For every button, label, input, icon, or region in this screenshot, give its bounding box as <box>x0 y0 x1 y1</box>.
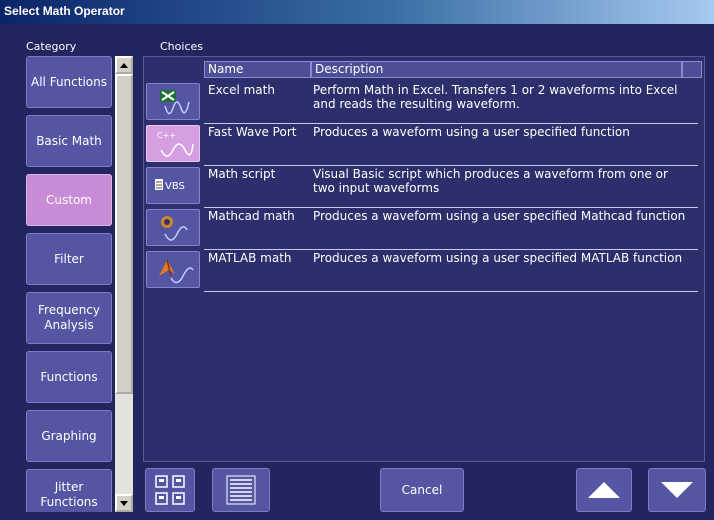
page-up-button[interactable] <box>576 468 632 512</box>
arrow-up-icon <box>588 482 620 498</box>
scroll-up-button[interactable] <box>115 56 133 74</box>
category-label: All Functions <box>31 74 107 89</box>
category-label: Graphing <box>41 428 97 443</box>
row-name[interactable]: MATLAB math <box>208 251 292 265</box>
row-name[interactable]: Excel math <box>208 83 275 97</box>
excel-waveform-icon[interactable] <box>146 83 200 120</box>
row-divider <box>204 123 698 124</box>
category-all-functions[interactable]: All Functions <box>26 56 112 108</box>
scroll-down-button[interactable] <box>115 494 133 512</box>
category-frequency-analysis[interactable]: Frequency Analysis <box>26 292 112 344</box>
row-description[interactable]: Produces a waveform using a user specifi… <box>313 125 693 139</box>
cancel-button-label: Cancel <box>401 483 443 497</box>
icon-text: C++ <box>157 131 176 140</box>
category-header: Category <box>26 40 77 53</box>
category-basic-math[interactable]: Basic Math <box>26 115 112 167</box>
arrow-up-icon <box>120 62 128 68</box>
category-filter[interactable]: Filter <box>26 233 112 285</box>
page-down-button[interactable] <box>648 468 706 512</box>
row-name[interactable]: Math script <box>208 167 275 181</box>
vbs-script-icon[interactable]: VBS <box>146 167 200 204</box>
list-view-icon <box>226 475 256 505</box>
row-description[interactable]: Produces a waveform using a user specifi… <box>313 209 693 223</box>
title-bar: Select Math Operator <box>0 0 714 24</box>
row-divider <box>204 165 698 166</box>
row-description[interactable]: Produces a waveform using a user specifi… <box>313 251 693 265</box>
category-list: All Functions Basic Math Custom Filter F… <box>26 56 112 512</box>
category-label: Custom <box>46 192 92 207</box>
column-header-description[interactable]: Description <box>311 61 682 78</box>
category-label: Functions <box>40 369 98 384</box>
grid-view-icon <box>155 475 185 505</box>
category-custom[interactable]: Custom <box>26 174 112 226</box>
category-label: Jitter Functions <box>40 480 98 509</box>
cpp-waveform-icon[interactable]: C++ <box>146 125 200 162</box>
grid-view-button[interactable] <box>145 468 195 512</box>
mathcad-waveform-icon[interactable] <box>146 209 200 246</box>
category-jitter-functions[interactable]: Jitter Functions <box>26 469 112 512</box>
arrow-down-icon <box>120 500 128 506</box>
row-description[interactable]: Visual Basic script which produces a wav… <box>313 167 693 195</box>
icon-text: VBS <box>165 181 185 192</box>
category-graphing[interactable]: Graphing <box>26 410 112 462</box>
choices-table: Name Description Excel math Perform Math… <box>143 56 705 462</box>
scroll-thumb[interactable] <box>115 74 133 394</box>
column-header-extra <box>682 61 702 78</box>
matlab-waveform-icon[interactable] <box>146 251 200 288</box>
row-divider <box>204 207 698 208</box>
row-name[interactable]: Fast Wave Port <box>208 125 296 139</box>
row-description[interactable]: Perform Math in Excel. Transfers 1 or 2 … <box>313 83 693 111</box>
category-scrollbar[interactable] <box>115 56 133 512</box>
list-view-button[interactable] <box>212 468 270 512</box>
choices-header: Choices <box>160 40 203 53</box>
category-label: Basic Math <box>36 133 102 148</box>
arrow-down-icon <box>661 482 693 498</box>
row-divider <box>204 291 698 292</box>
cancel-button[interactable]: Cancel <box>380 468 464 512</box>
category-label: Filter <box>54 251 84 266</box>
row-name[interactable]: Mathcad math <box>208 209 295 223</box>
category-label: Frequency Analysis <box>38 303 100 332</box>
category-functions[interactable]: Functions <box>26 351 112 403</box>
column-header-name[interactable]: Name <box>204 61 311 78</box>
window-title: Select Math Operator <box>4 4 125 18</box>
row-divider <box>204 249 698 250</box>
